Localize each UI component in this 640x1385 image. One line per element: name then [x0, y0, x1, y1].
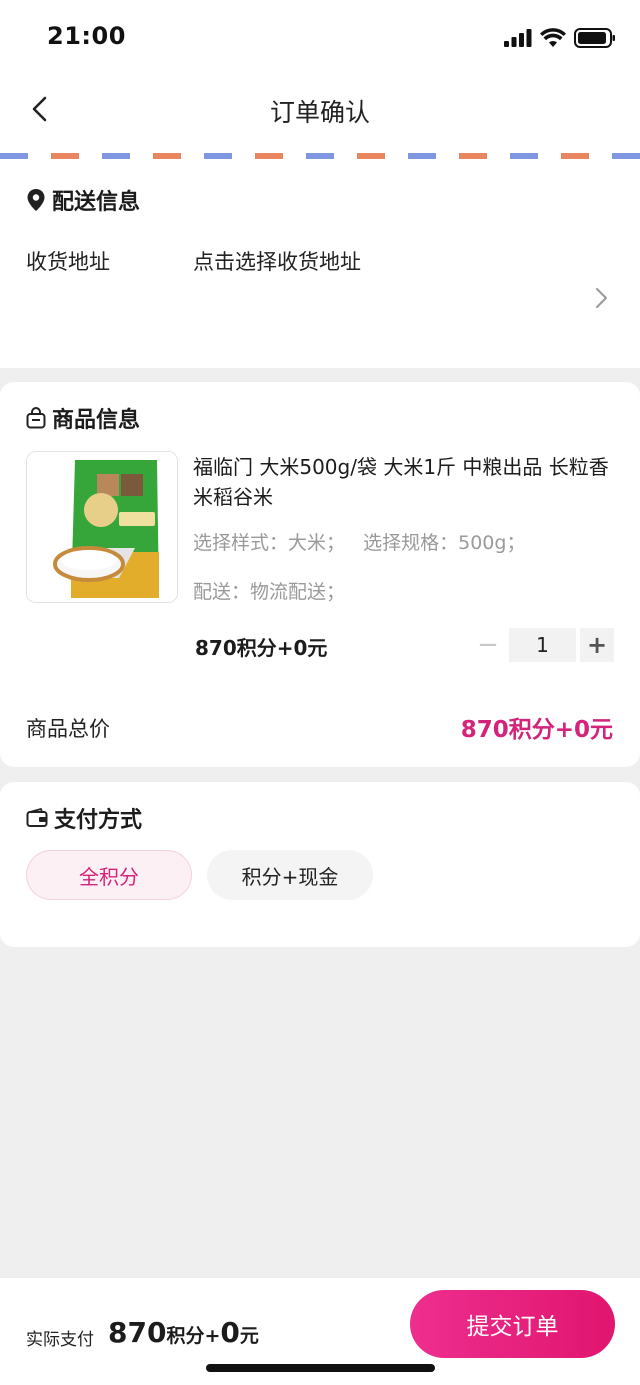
airmail-stripe-divider	[0, 153, 640, 159]
quantity-decrease-button[interactable]: −	[471, 628, 505, 662]
shopping-bag-icon	[26, 407, 46, 429]
rice-bag-image-icon	[27, 452, 177, 602]
signal-icon	[504, 29, 532, 47]
quantity-value[interactable]: 1	[509, 628, 576, 662]
quantity-increase-button[interactable]: +	[580, 628, 614, 662]
submit-order-button[interactable]: 提交订单	[410, 1290, 615, 1358]
wallet-icon	[26, 808, 48, 827]
delivery-section-header: 配送信息	[26, 184, 140, 216]
product-name: 福临门 大米500g/袋 大米1斤 中粮出品 长粒香米稻谷米	[193, 455, 609, 509]
address-label: 收货地址	[26, 250, 110, 274]
actual-payment-label: 实际支付	[26, 1330, 94, 1350]
payment-plus-sign: +	[204, 1325, 221, 1347]
product-spec: 选择样式：大米； 选择规格：500g；	[193, 532, 526, 554]
page-title: 订单确认	[269, 98, 370, 127]
nav-bar: 订单确认	[0, 75, 640, 145]
status-time: 21:00	[47, 22, 126, 50]
payment-points-value: 870	[108, 1316, 167, 1349]
payment-option-points-plus-cash[interactable]: 积分+现金	[207, 850, 373, 900]
payment-points-unit: 积分	[166, 1325, 205, 1347]
payment-section-header: 支付方式	[26, 802, 142, 834]
location-pin-icon	[27, 189, 45, 211]
wifi-icon	[540, 28, 566, 47]
actual-payment-amount: 870积分+0元	[108, 1316, 259, 1349]
chevron-right-icon[interactable]	[590, 284, 612, 312]
payment-option-full-points[interactable]: 全积分	[26, 850, 192, 900]
goods-section-title: 商品信息	[52, 408, 141, 433]
status-bar: 21:00	[0, 0, 640, 75]
goods-section-header: 商品信息	[26, 402, 140, 434]
payment-cash-unit: 元	[239, 1325, 259, 1347]
battery-icon	[574, 28, 615, 48]
product-image[interactable]	[26, 451, 178, 603]
goods-total-value: 870积分+0元	[460, 717, 613, 743]
product-price: 870积分+0元	[195, 636, 328, 660]
home-indicator	[206, 1364, 435, 1372]
product-delivery-method: 配送：物流配送；	[193, 581, 346, 603]
payment-section-title: 支付方式	[54, 808, 143, 833]
address-select-link[interactable]: 点击选择收货地址	[193, 246, 361, 276]
goods-total-label: 商品总价	[26, 717, 110, 741]
payment-cash-value: 0	[220, 1316, 240, 1349]
delivery-section-title: 配送信息	[52, 190, 141, 215]
status-icons	[504, 26, 616, 50]
